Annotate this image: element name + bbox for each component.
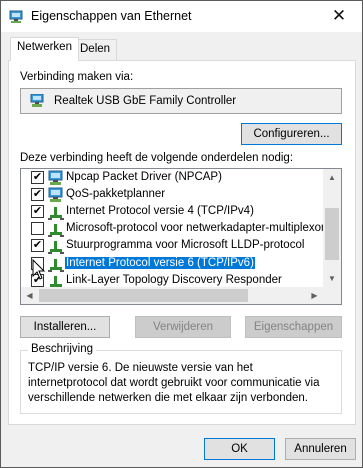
checkbox[interactable]: ✔ [31, 239, 44, 252]
list-item[interactable]: ✔ Internet Protocol versie 4 (TCP/IPv4) [21, 204, 323, 220]
checkbox[interactable]: ✔ [31, 171, 44, 184]
list-item-selected[interactable]: Internet Protocol versie 6 (TCP/IPv6) [21, 256, 323, 272]
scroll-right-icon[interactable]: ▶ [306, 287, 323, 304]
list-item-label: Stuurprogramma voor Microsoft LLDP-proto… [66, 239, 305, 251]
list-item[interactable]: Microsoft-protocol voor netwerkadapter-m… [21, 221, 325, 237]
scroll-down-icon[interactable]: ▼ [323, 270, 341, 287]
description-title: Beschrijving [28, 343, 96, 355]
protocol-icon [48, 241, 64, 254]
adapter-field: Realtek USB GbE Family Controller [20, 88, 342, 114]
ok-button[interactable]: OK [204, 438, 275, 460]
list-item-label: Npcap Packet Driver (NPCAP) [66, 171, 222, 183]
scroll-thumb[interactable] [39, 289, 248, 302]
protocol-icon [48, 224, 64, 237]
network-adapter-icon [9, 10, 23, 23]
network-adapter-icon [30, 94, 44, 107]
install-button[interactable]: Installeren... [20, 316, 110, 338]
list-item-label: Internet Protocol versie 6 (TCP/IPv6) [65, 257, 255, 269]
checkbox[interactable]: ✔ [31, 205, 44, 218]
protocol-icon [48, 207, 64, 220]
close-icon[interactable]: ✕ [316, 1, 362, 32]
vertical-scrollbar[interactable]: ▲ ▼ [323, 169, 341, 287]
checkbox[interactable] [31, 222, 44, 235]
network-adapter-icon [48, 187, 63, 202]
list-item[interactable]: ✔ QoS-pakketplanner [21, 187, 323, 203]
scroll-corner [323, 287, 341, 304]
uninstall-button[interactable]: Verwijderen [135, 316, 231, 338]
list-item-label: Link-Layer Topology Discovery Responder [66, 274, 282, 286]
components-list[interactable]: ✔ Npcap Packet Driver (NPCAP) ✔ QoS-pakk… [20, 168, 342, 305]
list-item[interactable]: ✔ Stuurprogramma voor Microsoft LLDP-pro… [21, 238, 323, 254]
protocol-icon [48, 259, 64, 272]
list-item[interactable]: ✔ Npcap Packet Driver (NPCAP) [21, 170, 323, 186]
tab-delen[interactable]: Delen [73, 39, 118, 60]
components-label: Deze verbinding heeft de volgende onderd… [20, 152, 294, 164]
scroll-left-icon[interactable]: ◀ [21, 287, 38, 304]
properties-dialog: Eigenschappen van Ethernet ✕ Netwerken D… [0, 0, 363, 468]
window-title: Eigenschappen van Ethernet [31, 9, 192, 23]
horizontal-scrollbar[interactable]: ◀ ▶ [21, 287, 323, 304]
adapter-name: Realtek USB GbE Family Controller [54, 95, 237, 107]
configure-button[interactable]: Configureren... [241, 123, 342, 145]
description-text: TCP/IP versie 6. De nieuwste versie van … [28, 362, 320, 404]
cancel-button[interactable]: Annuleren [285, 438, 356, 460]
properties-button[interactable]: Eigenschappen [245, 316, 342, 338]
network-adapter-icon [48, 170, 63, 185]
list-item-label: Microsoft-protocol voor netwerkadapter-m… [66, 222, 325, 234]
connect-via-label: Verbinding maken via: [20, 71, 134, 83]
title-bar[interactable]: Eigenschappen van Ethernet ✕ [1, 1, 362, 32]
list-item-label: Internet Protocol versie 4 (TCP/IPv4) [66, 205, 254, 217]
tab-netwerken[interactable]: Netwerken [10, 37, 79, 61]
mouse-pointer-icon [32, 259, 46, 280]
checkbox[interactable]: ✔ [31, 188, 44, 201]
list-item-label: QoS-pakketplanner [66, 188, 166, 200]
scroll-up-icon[interactable]: ▲ [323, 169, 341, 186]
scroll-thumb[interactable] [325, 208, 339, 260]
